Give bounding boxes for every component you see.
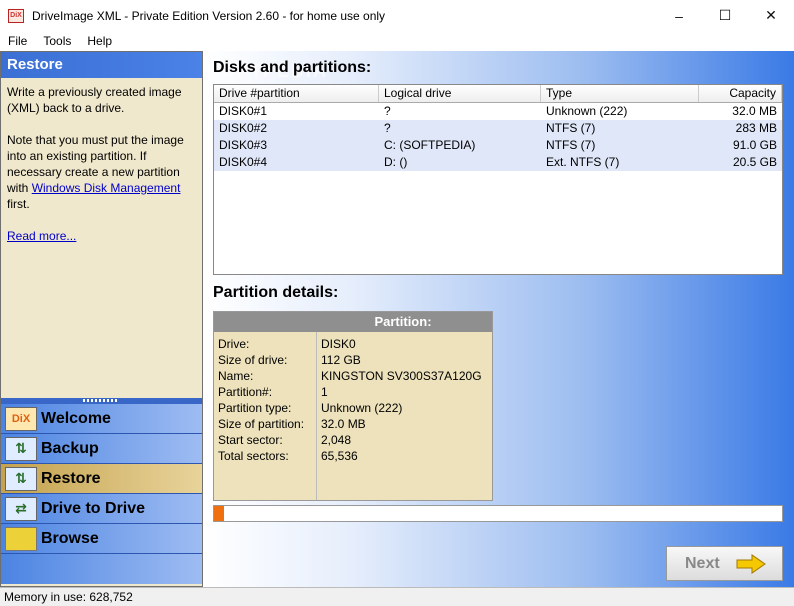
table-cell: NTFS (7) xyxy=(546,121,596,135)
table-cell: C: (SOFTPEDIA) xyxy=(384,138,476,152)
nav-label: Browse xyxy=(41,529,99,547)
nav-list: DiX Welcome ⇅ Backup ⇅ Restore ⇄ Drive t… xyxy=(1,404,202,584)
table-cell: 20.5 GB xyxy=(732,155,777,169)
column-header[interactable]: Capacity xyxy=(699,85,782,102)
left-panel: Restore Write a previously created image… xyxy=(0,51,203,587)
table-cell: DISK0#4 xyxy=(219,155,268,169)
detail-value: 65,536 xyxy=(321,449,358,463)
next-label: Next xyxy=(685,554,720,572)
details-header: Partition: xyxy=(214,312,492,332)
column-header[interactable]: Drive #partition xyxy=(214,85,379,102)
table-row[interactable]: DISK0#1 ? Unknown (222) 32.0 MB xyxy=(214,103,782,120)
column-header[interactable]: Type xyxy=(541,85,699,102)
detail-label: Size of partition: xyxy=(218,417,305,431)
arrow-right-icon xyxy=(736,553,766,574)
detail-value: DISK0 xyxy=(321,337,356,351)
title-bar: DiX DriveImage XML - Private Edition Ver… xyxy=(0,0,794,31)
description-para-2: Note that you must put the image into an… xyxy=(7,132,196,212)
detail-label: Drive: xyxy=(218,337,250,351)
nav-label: Drive to Drive xyxy=(41,499,146,517)
table-cell: D: () xyxy=(384,155,408,169)
panel-header: Restore xyxy=(1,52,202,78)
partition-details: Partition: Drive: Size of drive: Name: P… xyxy=(213,311,493,501)
detail-label: Start sector: xyxy=(218,433,283,447)
nav-empty-space xyxy=(1,554,202,584)
detail-value: 2,048 xyxy=(321,433,352,447)
table-cell: DISK0#2 xyxy=(219,121,268,135)
windows-disk-management-link[interactable]: Windows Disk Management xyxy=(32,181,181,195)
menu-tools[interactable]: Tools xyxy=(35,34,79,48)
detail-value: 1 xyxy=(321,385,328,399)
memory-status: Memory in use: 628,752 xyxy=(4,590,133,604)
drive-to-drive-icon: ⇄ xyxy=(5,496,37,521)
table-row[interactable]: DISK0#4 D: () Ext. NTFS (7) 20.5 GB xyxy=(214,154,782,171)
table-header: Drive #partition Logical drive Type Capa… xyxy=(214,85,782,103)
table-cell: NTFS (7) xyxy=(546,138,596,152)
window-title: DriveImage XML - Private Edition Version… xyxy=(32,8,386,23)
app-icon: DiX xyxy=(8,8,24,23)
table-cell: ? xyxy=(384,104,391,118)
next-button[interactable]: Next xyxy=(666,546,783,581)
details-labels: Drive: Size of drive: Name: Partition#: … xyxy=(214,332,317,500)
table-cell: DISK0#1 xyxy=(219,104,268,118)
menu-bar: File Tools Help xyxy=(0,31,794,51)
dix-icon: DiX xyxy=(5,406,37,431)
nav-label: Backup xyxy=(41,439,99,457)
menu-help[interactable]: Help xyxy=(79,34,120,48)
maximize-button[interactable]: ☐ xyxy=(702,0,748,31)
detail-value: 112 GB xyxy=(321,353,361,367)
table-cell: 91.0 GB xyxy=(732,138,777,152)
menu-file[interactable]: File xyxy=(0,34,35,48)
disks-title: Disks and partitions: xyxy=(213,59,372,76)
backup-icon: ⇅ xyxy=(5,436,37,461)
nav-item-backup[interactable]: ⇅ Backup xyxy=(1,434,202,464)
table-row[interactable]: DISK0#2 ? NTFS (7) 283 MB xyxy=(214,120,782,137)
progress-fill xyxy=(214,506,224,521)
table-cell: Ext. NTFS (7) xyxy=(546,155,620,169)
table-cell: 32.0 MB xyxy=(732,104,777,118)
column-header[interactable]: Logical drive xyxy=(379,85,541,102)
table-cell: 283 MB xyxy=(735,121,777,135)
table-cell: Unknown (222) xyxy=(546,104,628,118)
details-values: DISK0 112 GB KINGSTON SV300S37A120G 1 Un… xyxy=(317,332,486,500)
read-more-link[interactable]: Read more... xyxy=(7,229,76,243)
detail-label: Size of drive: xyxy=(218,353,288,367)
progress-bar xyxy=(213,505,783,522)
nav-label: Welcome xyxy=(41,409,111,427)
panel-description: Write a previously created image (XML) b… xyxy=(1,78,202,244)
description-para-1: Write a previously created image (XML) b… xyxy=(7,85,182,115)
table-cell: DISK0#3 xyxy=(219,138,268,152)
detail-label: Name: xyxy=(218,369,254,383)
detail-label: Partition type: xyxy=(218,401,292,415)
detail-value: KINGSTON SV300S37A120G xyxy=(321,369,482,383)
description-text-end: first. xyxy=(7,197,30,211)
status-bar: Memory in use: 628,752 xyxy=(0,587,794,606)
details-title: Partition details: xyxy=(213,284,339,301)
nav-label: Restore xyxy=(41,469,101,487)
nav-item-drive-to-drive[interactable]: ⇄ Drive to Drive xyxy=(1,494,202,524)
nav-item-restore[interactable]: ⇅ Restore xyxy=(1,464,202,494)
folder-icon xyxy=(5,526,37,551)
detail-label: Total sectors: xyxy=(218,449,289,463)
restore-icon: ⇅ xyxy=(5,466,37,491)
minimize-button[interactable]: – xyxy=(656,0,702,31)
table-cell: ? xyxy=(384,121,391,135)
detail-label: Partition#: xyxy=(218,385,273,399)
nav-item-welcome[interactable]: DiX Welcome xyxy=(1,404,202,434)
disks-table: Drive #partition Logical drive Type Capa… xyxy=(213,84,783,275)
main-content: SOFTPEDIA Disks and partitions: Drive #p… xyxy=(203,51,794,587)
table-row[interactable]: DISK0#3 C: (SOFTPEDIA) NTFS (7) 91.0 GB xyxy=(214,137,782,154)
detail-value: Unknown (222) xyxy=(321,401,403,415)
nav-item-browse[interactable]: Browse xyxy=(1,524,202,554)
detail-value: 32.0 MB xyxy=(321,417,366,431)
close-button[interactable]: ✕ xyxy=(748,0,794,31)
